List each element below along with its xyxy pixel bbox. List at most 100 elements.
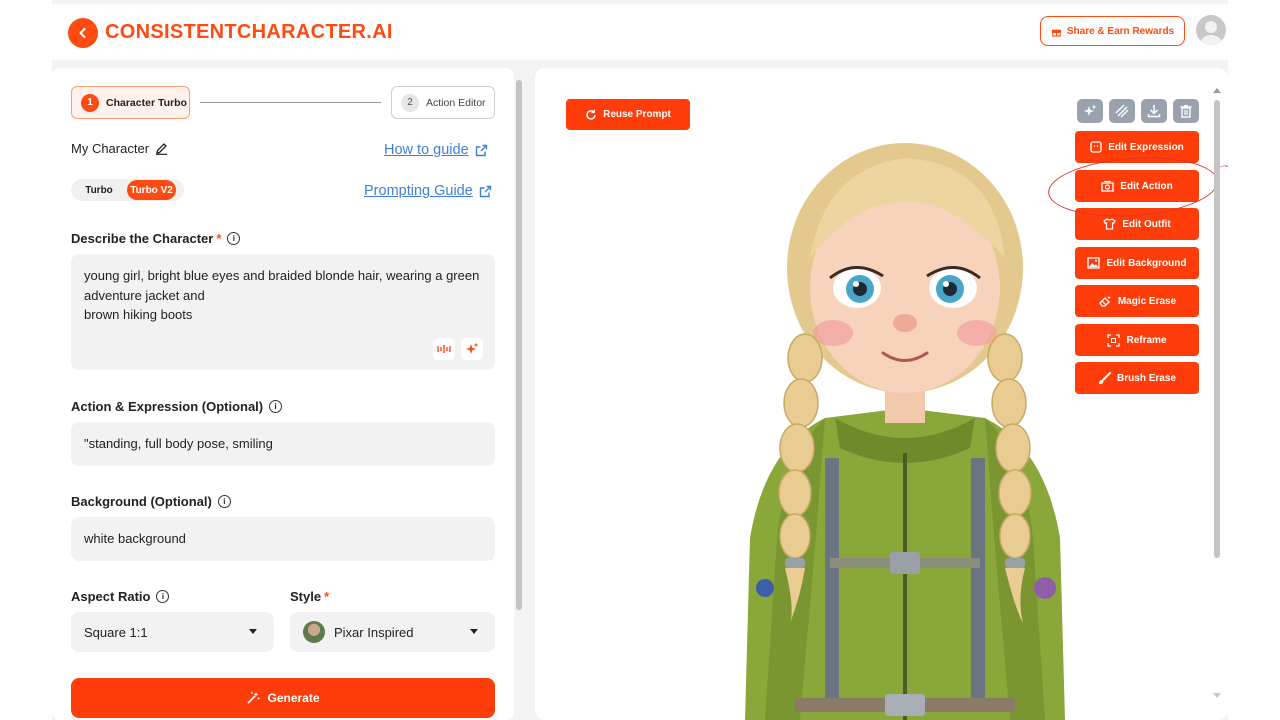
edit-expression-label: Edit Expression (1108, 141, 1184, 153)
sparkle-enhance-icon[interactable] (461, 338, 483, 360)
pencil-icon[interactable] (155, 142, 168, 155)
step-label: Action Editor (426, 96, 486, 109)
brush-erase-label: Brush Erase (1117, 372, 1176, 384)
back-button[interactable] (68, 18, 98, 48)
character-name[interactable]: My Character (71, 141, 168, 156)
gift-icon (1051, 29, 1061, 37)
step-character-turbo[interactable]: 1 Character Turbo (71, 86, 190, 119)
shirt-icon (1103, 218, 1117, 230)
face-icon (1090, 141, 1102, 153)
brush-erase-button[interactable]: Brush Erase (1075, 362, 1199, 394)
aspect-ratio-select[interactable]: Square 1:1 (71, 612, 274, 652)
generate-label: Generate (267, 691, 320, 705)
edit-expression-button[interactable]: Edit Expression (1075, 131, 1199, 163)
share-earn-button[interactable]: Share & Earn Rewards (1040, 16, 1185, 46)
reframe-button[interactable]: Reframe (1075, 324, 1199, 356)
eraser-icon (1098, 295, 1111, 307)
step-action-editor[interactable]: 2 Action Editor (391, 86, 495, 119)
brush-icon (1099, 371, 1112, 384)
top-header: CONSISTENTCHARACTER.AI Share & Earn Rewa… (52, 4, 1228, 60)
aspect-value: Square 1:1 (84, 624, 148, 640)
style-select[interactable]: Pixar Inspired (290, 612, 495, 652)
user-icon (1200, 21, 1222, 45)
share-label: Share & Earn Rewards (1066, 25, 1175, 37)
aspect-label: Aspect Ratio i (71, 589, 170, 604)
prompting-guide-link[interactable]: Prompting Guide (364, 183, 492, 199)
step-connector (200, 102, 381, 103)
style-label-text: Style (290, 589, 322, 604)
character-image (745, 143, 1065, 720)
info-icon[interactable]: i (269, 400, 283, 413)
background-label: Background (Optional) i (71, 494, 231, 509)
aspect-label-text: Aspect Ratio (71, 589, 151, 604)
action-label: Action & Expression (Optional) i (71, 399, 283, 414)
download-icon[interactable] (1141, 99, 1167, 123)
edit-action-label: Edit Action (1120, 180, 1173, 192)
external-link-icon (479, 185, 492, 197)
background-input[interactable]: white background (71, 517, 495, 561)
step-label: Character Turbo (106, 96, 187, 109)
caret-down-icon (249, 629, 257, 634)
info-icon[interactable]: i (217, 495, 231, 508)
left-scrollbar[interactable] (515, 68, 523, 720)
describe-tools (433, 338, 483, 360)
reuse-prompt-button[interactable]: Reuse Prompt (566, 99, 690, 130)
mode-turbo-v2[interactable]: Turbo V2 (127, 180, 176, 200)
mode-turbo[interactable]: Turbo (71, 185, 127, 196)
prompting-guide-text: Prompting Guide (364, 183, 473, 199)
info-icon[interactable]: i (156, 590, 170, 603)
reframe-icon (1107, 333, 1121, 347)
character-form-panel: 1 Character Turbo 2 Action Editor My Cha… (52, 68, 514, 720)
image-tool-icons (1077, 99, 1199, 123)
character-name-text: My Character (71, 141, 150, 156)
edit-outfit-label: Edit Outfit (1122, 218, 1171, 230)
scrollbar-thumb[interactable] (516, 80, 522, 610)
magic-wand-icon (247, 692, 260, 704)
info-icon[interactable]: i (227, 232, 241, 245)
scroll-down-arrow-icon[interactable] (1213, 693, 1221, 698)
action-icon (1101, 180, 1114, 192)
required-asterisk: * (324, 589, 330, 604)
step-number: 1 (81, 93, 99, 112)
caret-down-icon (470, 629, 478, 634)
action-label-text: Action & Expression (Optional) (71, 399, 264, 414)
edit-action-button[interactable]: Edit Action (1075, 170, 1199, 202)
refresh-icon (586, 109, 596, 120)
voice-input-icon[interactable] (433, 338, 455, 360)
describe-label: Describe the Character * i (71, 231, 241, 246)
describe-line: adventure jacket and (84, 287, 205, 303)
user-avatar[interactable] (1196, 15, 1226, 45)
describe-textarea[interactable]: young girl, bright blue eyes and braided… (71, 254, 495, 370)
magic-erase-button[interactable]: Magic Erase (1075, 285, 1199, 317)
edit-background-button[interactable]: Edit Background (1075, 247, 1199, 279)
external-link-icon (475, 144, 487, 156)
background-value: white background (84, 531, 186, 546)
scrollbar-thumb[interactable] (1214, 100, 1220, 558)
stripes-icon[interactable] (1109, 99, 1135, 123)
mode-toggle: Turbo Turbo V2 (71, 179, 184, 201)
how-to-guide-text: How to guide (384, 142, 469, 158)
reuse-label: Reuse Prompt (603, 109, 671, 120)
scroll-up-arrow-icon[interactable] (1213, 88, 1221, 93)
edit-outfit-button[interactable]: Edit Outfit (1075, 208, 1199, 240)
describe-line: brown hiking boots (84, 307, 193, 322)
how-to-guide-link[interactable]: How to guide (384, 142, 488, 158)
trash-icon[interactable] (1173, 99, 1199, 123)
style-thumbnail (303, 621, 325, 643)
describe-line: young girl, bright blue eyes and braided… (84, 268, 480, 283)
action-value: "standing, full body pose, smiling (84, 436, 273, 451)
describe-label-text: Describe the Character (71, 231, 214, 246)
generate-button[interactable]: Generate (71, 678, 495, 718)
right-scrollbar[interactable] (1212, 88, 1222, 698)
action-input[interactable]: "standing, full body pose, smiling (71, 422, 495, 466)
magic-erase-label: Magic Erase (1117, 295, 1177, 307)
app-logo[interactable]: CONSISTENTCHARACTER.AI (105, 21, 393, 44)
sparkle-icon[interactable] (1077, 99, 1103, 123)
image-icon (1087, 257, 1101, 269)
required-asterisk: * (216, 231, 222, 246)
step-number: 2 (401, 93, 419, 112)
image-preview-panel: Reuse Prompt Edit Expression Edit Action… (535, 68, 1228, 720)
edit-background-label: Edit Background (1106, 257, 1187, 269)
style-value: Pixar Inspired (334, 624, 414, 640)
chevron-left-icon (79, 28, 86, 38)
